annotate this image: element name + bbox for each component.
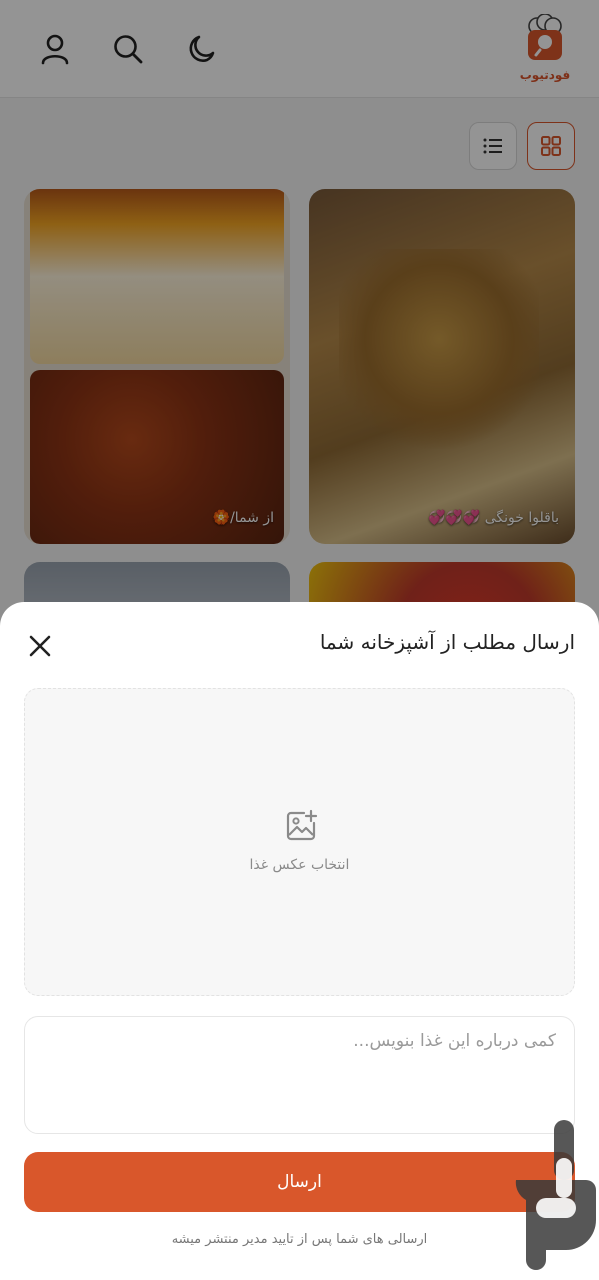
- description-textarea[interactable]: [24, 1016, 575, 1134]
- add-image-icon: [284, 809, 318, 843]
- sheet-title: ارسال مطلب از آشپزخانه شما: [319, 630, 575, 654]
- close-icon[interactable]: [26, 632, 54, 660]
- store-watermark-logo: [496, 1118, 596, 1270]
- submit-button[interactable]: ارسال: [24, 1152, 575, 1212]
- image-upload-area[interactable]: انتخاب عکس غذا: [24, 688, 575, 996]
- upload-label: انتخاب عکس غذا: [249, 857, 350, 873]
